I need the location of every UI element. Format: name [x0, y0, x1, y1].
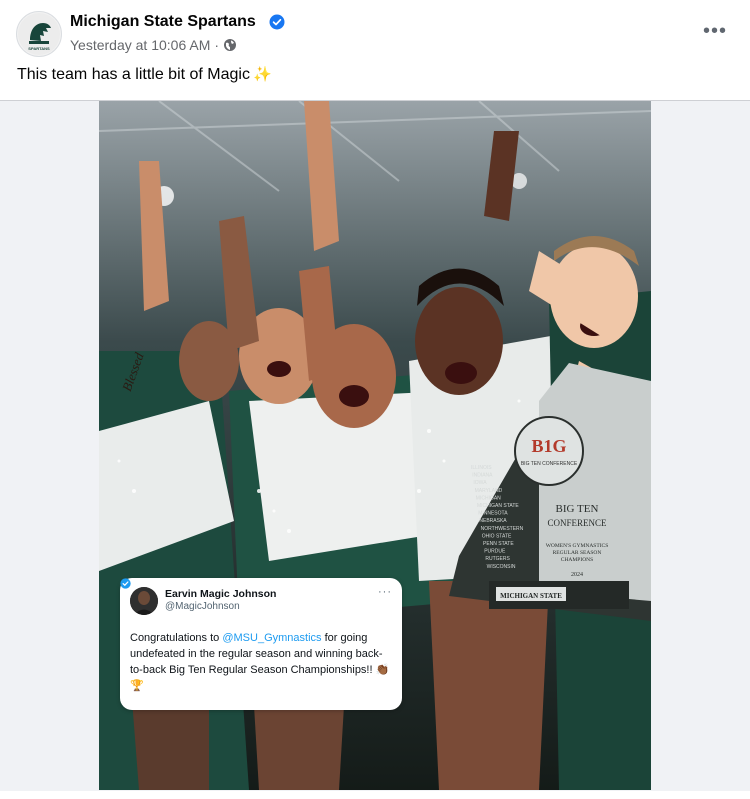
post-options-button[interactable]: •••	[700, 18, 730, 44]
trophy-school-name: INDIANA	[472, 473, 493, 479]
trophy-school-name: MARYLAND	[475, 488, 503, 494]
post-media-area: Blessed B1G BIG TEN CONFERENCE BIG TEN C…	[0, 100, 750, 791]
tweet-mention-link: @MSU_Gymnastics	[222, 632, 322, 644]
sparkles-icon: ✨	[252, 66, 272, 83]
trophy-school-name: NEBRASKA	[479, 518, 507, 524]
page-avatar[interactable]: SPARTANS	[16, 11, 62, 57]
tweet-author-name: Earvin Magic Johnson	[165, 588, 277, 600]
trophy-caption-line2: REGULAR SEASON	[553, 550, 602, 556]
trophy-school-name: PURDUE	[484, 549, 506, 555]
post-header: SPARTANS Michigan State Spartans Yesterd…	[0, 0, 750, 100]
meta-separator: ·	[214, 37, 220, 53]
trophy-school-name: MICHIGAN STATE	[477, 503, 519, 509]
trophy-logo-sub: BIG TEN CONFERENCE	[521, 461, 578, 467]
trophy-caption-line1: WOMEN'S GYMNASTICS	[546, 543, 609, 549]
trophy-title-line1: BIG TEN	[556, 503, 599, 515]
page-name-link[interactable]: Michigan State Spartans	[70, 13, 256, 31]
tweet-body-prefix: Congratulations to	[130, 632, 223, 644]
trophy-school-name: ILLINOIS	[471, 465, 492, 471]
trophy-school-name: PENN STATE	[483, 541, 514, 547]
trophy-school-name: MINNESOTA	[478, 511, 508, 517]
trophy-logo: B1G	[531, 436, 566, 456]
trophy-school-name: OHIO STATE	[482, 533, 512, 539]
trophy-school-name: MICHIGAN	[476, 495, 501, 501]
trophy-year: 2024	[571, 572, 583, 578]
trophy-plate: MICHIGAN STATE	[500, 592, 562, 600]
trophy-title-line2: CONFERENCE	[547, 518, 607, 528]
tweet-body: Congratulations to @MSU_Gymnastics for g…	[130, 630, 394, 694]
trophy-caption-line3: CHAMPIONS	[561, 557, 593, 563]
avatar-logo-text: SPARTANS	[28, 46, 50, 51]
tweet-author-avatar	[130, 587, 158, 615]
verified-badge-icon	[269, 14, 285, 30]
trophy-school-name: WISCONSIN	[487, 564, 516, 570]
globe-icon[interactable]	[223, 38, 237, 52]
tweet-author-handle: @MagicJohnson	[165, 601, 240, 612]
person-avatar-icon	[130, 587, 158, 615]
tweet-verified-icon	[120, 578, 131, 589]
spartan-logo-icon: SPARTANS	[18, 13, 60, 55]
tweet-more-icon: ···	[378, 586, 392, 598]
trophy-school-name: IOWA	[473, 480, 487, 486]
post-photo[interactable]: Blessed B1G BIG TEN CONFERENCE BIG TEN C…	[99, 101, 651, 790]
trophy-school-name: NORTHWESTERN	[481, 526, 524, 532]
post-text-body: This team has a little bit of Magic	[17, 66, 250, 83]
post-meta: Yesterday at 10:06 AM ·	[70, 37, 237, 53]
post-timestamp-link[interactable]: Yesterday at 10:06 AM	[70, 37, 210, 53]
more-dots-icon: •••	[702, 19, 727, 42]
embedded-tweet-card: Earvin Magic Johnson @MagicJohnson ··· C…	[120, 578, 402, 710]
trophy-school-name: RUTGERS	[485, 556, 510, 562]
post-text: This team has a little bit of Magic ✨	[17, 65, 272, 84]
